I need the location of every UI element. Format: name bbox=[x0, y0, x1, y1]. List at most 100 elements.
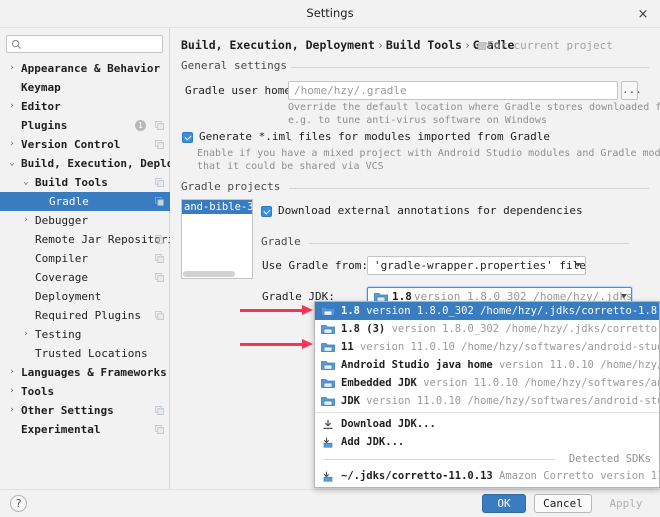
sidebar-item-label: Remote Jar Repositorie bbox=[35, 233, 170, 246]
use-gradle-from-dropdown[interactable]: 'gradle-wrapper.properties' file bbox=[367, 256, 586, 275]
window-title: Settings bbox=[306, 6, 354, 20]
gradle-projects-list[interactable]: and-bible-375 bbox=[181, 199, 253, 279]
sidebar-item-build-execution-deploym[interactable]: ⌄Build, Execution, Deploym bbox=[0, 154, 170, 173]
jdk-item-desc: version 11.0.10 /home/hzy/softwares/andr… bbox=[423, 377, 659, 389]
detected-sdk-item[interactable]: ~/.jdks/corretto-11.0.13 Amazon Corretto… bbox=[315, 467, 659, 485]
breadcrumb: Build, Execution, Deployment › Build Tools… bbox=[181, 38, 514, 52]
sidebar-item-editor[interactable]: › Editor bbox=[0, 97, 170, 116]
jdk-option-item[interactable]: JDK version 11.0.10 /home/hzy/softwares/… bbox=[315, 392, 659, 410]
generate-iml-label[interactable]: Generate *.iml files for modules importe… bbox=[199, 130, 550, 143]
chevron-right-icon[interactable]: › bbox=[6, 363, 18, 382]
chevron-down-icon[interactable]: ⌄ bbox=[6, 154, 18, 173]
copy-settings-icon[interactable] bbox=[155, 235, 164, 244]
add-jdk-icon bbox=[323, 471, 333, 482]
copy-settings-icon[interactable] bbox=[155, 311, 164, 320]
breadcrumb-part-0[interactable]: Build, Execution, Deployment bbox=[181, 38, 375, 52]
copy-settings-icon[interactable] bbox=[155, 178, 164, 187]
jdk-option-item[interactable]: 1.8 (3) version 1.8.0_302 /home/hzy/.jdk… bbox=[315, 320, 659, 338]
sidebar-item-label: Gradle bbox=[49, 195, 89, 208]
jdk-option-item[interactable]: 1.8 version 1.8.0_302 /home/hzy/.jdks/co… bbox=[315, 302, 659, 320]
title-bar: Settings × bbox=[0, 0, 660, 28]
breadcrumb-part-1[interactable]: Build Tools bbox=[386, 38, 462, 52]
jdk-item-name: ~/.jdks/corretto-11.0.13 bbox=[341, 470, 493, 482]
help-button[interactable]: ? bbox=[10, 495, 27, 512]
close-icon[interactable]: × bbox=[634, 5, 652, 23]
sidebar-item-compiler[interactable]: Compiler bbox=[0, 249, 170, 268]
download-annotations-label[interactable]: Download external annotations for depend… bbox=[278, 204, 583, 217]
sidebar-item-experimental[interactable]: Experimental bbox=[0, 420, 170, 439]
chevron-right-icon[interactable]: › bbox=[6, 59, 18, 78]
chevron-right-icon[interactable]: › bbox=[20, 325, 32, 344]
copy-settings-icon[interactable] bbox=[155, 273, 164, 282]
sidebar-item-tools[interactable]: › Tools bbox=[0, 382, 170, 401]
chevron-right-icon[interactable]: › bbox=[6, 401, 18, 420]
chevron-down-icon[interactable]: ⌄ bbox=[20, 173, 32, 192]
sidebar-item-build-tools[interactable]: ⌄ Build Tools bbox=[0, 173, 170, 192]
sidebar-item-required-plugins[interactable]: Required Plugins bbox=[0, 306, 170, 325]
sidebar-item-trusted-locations[interactable]: Trusted Locations bbox=[0, 344, 170, 363]
search-box[interactable] bbox=[6, 35, 163, 53]
sidebar-item-other-settings[interactable]: › Other Settings bbox=[0, 401, 170, 420]
general-settings-header-label: General settings bbox=[181, 59, 287, 72]
general-settings-header: General settings bbox=[181, 59, 649, 72]
chevron-right-icon[interactable]: › bbox=[6, 97, 18, 116]
download-jdk-menu-item[interactable]: Download JDK... bbox=[315, 415, 659, 433]
generate-iml-hint-1: Enable if you have a mixed project with … bbox=[197, 148, 660, 159]
dialog-footer: ? OK Cancel Apply bbox=[0, 489, 660, 517]
copy-settings-icon[interactable] bbox=[155, 140, 164, 149]
copy-settings-icon[interactable] bbox=[155, 254, 164, 263]
use-gradle-from-label: Use Gradle from: bbox=[262, 259, 368, 272]
sidebar-item-languages-frameworks[interactable]: › Languages & Frameworks bbox=[0, 363, 170, 382]
jdk-option-item[interactable]: 11 version 11.0.10 /home/hzy/softwares/a… bbox=[315, 338, 659, 356]
generate-iml-checkbox[interactable] bbox=[182, 132, 193, 143]
add-jdk-menu-item[interactable]: Add JDK... bbox=[315, 433, 659, 451]
chevron-right-icon[interactable]: › bbox=[6, 135, 18, 154]
chevron-right-icon[interactable]: › bbox=[6, 382, 18, 401]
download-jdk-icon bbox=[323, 419, 333, 429]
search-input[interactable] bbox=[25, 36, 160, 52]
gradle-section-header: Gradle bbox=[261, 235, 629, 248]
sidebar-item-debugger[interactable]: › Debugger bbox=[0, 211, 170, 230]
sidebar-item-label: Required Plugins bbox=[35, 309, 141, 322]
copy-settings-icon[interactable] bbox=[155, 197, 164, 206]
jdk-folder-icon bbox=[321, 379, 335, 388]
copy-settings-icon[interactable] bbox=[155, 121, 164, 130]
jdk-option-item[interactable]: Embedded JDK version 11.0.10 /home/hzy/s… bbox=[315, 374, 659, 392]
gradle-user-home-browse-button[interactable]: ... bbox=[621, 81, 642, 100]
arrow-to-selected-jdk bbox=[240, 305, 313, 315]
sidebar-item-deployment[interactable]: Deployment bbox=[0, 287, 170, 306]
apply-button[interactable]: Apply bbox=[600, 494, 652, 513]
sidebar-item-testing[interactable]: › Testing bbox=[0, 325, 170, 344]
sidebar-item-plugins[interactable]: Plugins 1 bbox=[0, 116, 170, 135]
cancel-button[interactable]: Cancel bbox=[534, 494, 592, 513]
sidebar-item-gradle[interactable]: Gradle bbox=[0, 192, 170, 211]
gradle-jdk-dropdown-popup[interactable]: 1.8 version 1.8.0_302 /home/hzy/.jdks/co… bbox=[314, 301, 660, 488]
jdk-item-desc: version 1.8.0_302 /home/hzy/.jdks/corret… bbox=[391, 323, 659, 335]
sidebar-item-remote-jar-repositorie[interactable]: Remote Jar Repositorie bbox=[0, 230, 170, 249]
jdk-option-item[interactable]: Android Studio java home version 11.0.10… bbox=[315, 356, 659, 374]
jdk-item-name: Add JDK... bbox=[341, 436, 405, 448]
group-rule bbox=[289, 188, 649, 189]
gradle-user-home-input[interactable]: /home/hzy/.gradle bbox=[288, 81, 618, 100]
jdk-item-name: 1.8 (3) bbox=[341, 323, 386, 335]
add-jdk-icon bbox=[323, 437, 333, 448]
sidebar-item-label: Keymap bbox=[21, 81, 61, 94]
sidebar-item-label: Compiler bbox=[35, 252, 88, 265]
sidebar-item-appearance-behavior[interactable]: › Appearance & Behavior bbox=[0, 59, 170, 78]
jdk-item-name: Download JDK... bbox=[341, 418, 436, 430]
sidebar-item-label: Version Control bbox=[21, 138, 121, 151]
jdk-folder-icon bbox=[321, 361, 335, 370]
sidebar-item-version-control[interactable]: › Version Control bbox=[0, 135, 170, 154]
ok-button[interactable]: OK bbox=[482, 494, 526, 513]
jdk-item-name: 11 bbox=[341, 341, 354, 353]
list-item[interactable]: and-bible-375 bbox=[182, 200, 252, 214]
sidebar-item-badge: 1 bbox=[135, 120, 146, 131]
copy-settings-icon[interactable] bbox=[155, 425, 164, 434]
sidebar-item-keymap[interactable]: Keymap bbox=[0, 78, 170, 97]
download-annotations-checkbox[interactable] bbox=[261, 206, 272, 217]
horizontal-scrollbar[interactable] bbox=[183, 271, 235, 277]
sidebar-item-coverage[interactable]: Coverage bbox=[0, 268, 170, 287]
copy-settings-icon[interactable] bbox=[155, 406, 164, 415]
sidebar-item-label: Plugins bbox=[21, 119, 68, 132]
chevron-right-icon[interactable]: › bbox=[20, 211, 32, 230]
